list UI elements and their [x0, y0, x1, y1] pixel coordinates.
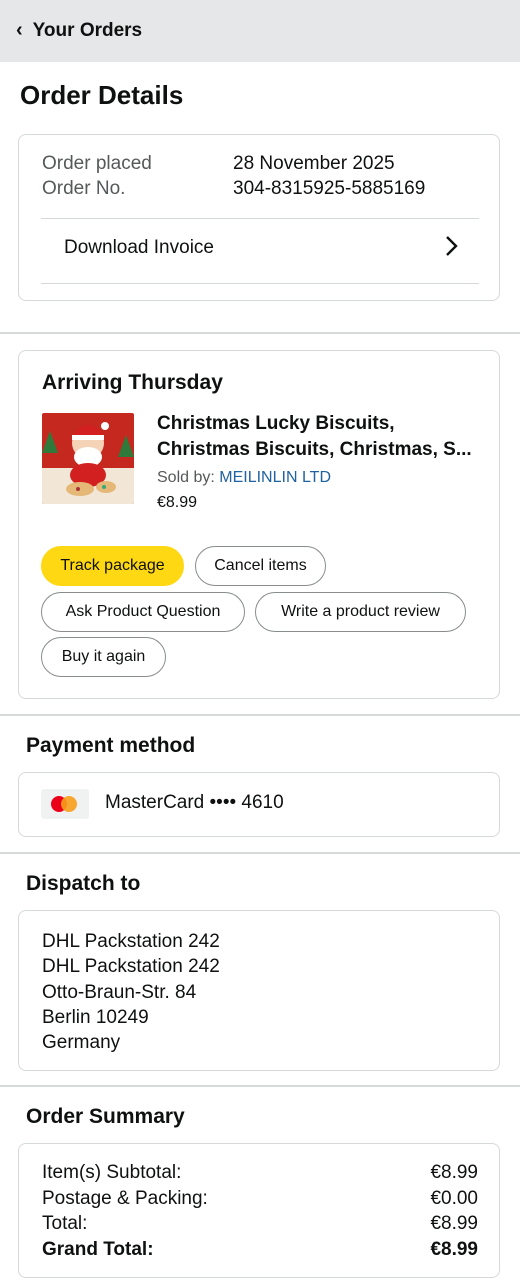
summary-row: Postage & Packing: €0.00 — [42, 1188, 478, 1210]
seller-link[interactable]: MEILINLIN LTD — [219, 469, 331, 486]
product-title-link[interactable]: Christmas Lucky Biscuits, Christmas Bisc… — [157, 411, 487, 463]
address-line: Germany — [42, 1032, 121, 1054]
buy-again-button[interactable]: Buy it again — [41, 637, 166, 677]
summary-label: Total: — [42, 1213, 88, 1234]
section-divider — [0, 1085, 520, 1087]
write-review-button[interactable]: Write a product review — [255, 592, 466, 632]
address-line: DHL Packstation 242 — [42, 931, 220, 952]
address-line: Otto-Braun-Str. 84 — [42, 981, 197, 1003]
divider — [41, 283, 479, 284]
payment-card-text: MasterCard •••• 4610 — [105, 792, 284, 813]
section-divider — [0, 332, 520, 334]
mastercard-icon — [41, 789, 89, 819]
product-image[interactable] — [42, 413, 134, 504]
shipping-address: DHL Packstation 242 DHL Packstation 242 … — [42, 929, 220, 1055]
chevron-left-icon[interactable]: ‹ — [16, 19, 23, 42]
summary-row: Total: €8.99 — [42, 1213, 478, 1235]
summary-value: €8.99 — [430, 1162, 478, 1183]
shipment-status: Arriving Thursday — [42, 371, 223, 394]
track-package-button[interactable]: Track package — [41, 546, 184, 586]
payment-method-title: Payment method — [26, 734, 196, 757]
cancel-items-button[interactable]: Cancel items — [195, 546, 326, 586]
order-number-label: Order No. — [42, 178, 126, 199]
address-card: DHL Packstation 242 DHL Packstation 242 … — [18, 910, 500, 1071]
sold-by: Sold by: MEILINLIN LTD — [157, 469, 331, 487]
address-line: DHL Packstation 242 — [42, 956, 220, 978]
divider — [41, 218, 479, 219]
order-summary-card: Item(s) Subtotal: €8.99 Postage & Packin… — [18, 1143, 500, 1278]
product-title-line: Christmas Lucky Biscuits, — [157, 413, 395, 434]
top-bar: ‹ Your Orders — [0, 0, 520, 62]
download-invoice-link[interactable]: Download Invoice — [64, 237, 214, 259]
order-summary-title: Order Summary — [26, 1105, 185, 1128]
payment-card: MasterCard •••• 4610 — [18, 772, 500, 837]
ask-product-question-button[interactable]: Ask Product Question — [41, 592, 245, 632]
order-placed-value: 28 November 2025 — [233, 153, 395, 174]
dispatch-title: Dispatch to — [26, 872, 141, 895]
product-price: €8.99 — [157, 494, 198, 511]
summary-label: Grand Total: — [42, 1239, 154, 1260]
sold-by-label: Sold by: — [157, 469, 215, 486]
product-title-line: Christmas Biscuits, Christmas, S... — [157, 439, 472, 460]
order-info-card: Order placed 28 November 2025 Order No. … — [18, 134, 500, 301]
summary-label: Item(s) Subtotal: — [42, 1162, 182, 1183]
summary-label: Postage & Packing: — [42, 1188, 208, 1209]
address-line: Berlin 10249 — [42, 1006, 149, 1028]
summary-row-grand-total: Grand Total: €8.99 — [42, 1239, 478, 1261]
summary-value: €0.00 — [430, 1188, 478, 1209]
section-divider — [0, 714, 520, 716]
chevron-right-icon[interactable] — [445, 235, 459, 263]
order-placed-label: Order placed — [42, 153, 152, 174]
summary-value: €8.99 — [430, 1213, 478, 1234]
order-number-value: 304-8315925-5885169 — [233, 178, 426, 199]
summary-value: €8.99 — [430, 1239, 478, 1260]
section-divider — [0, 852, 520, 854]
back-to-orders-link[interactable]: Your Orders — [33, 20, 142, 42]
shipment-card: Arriving Thursday Christmas Lucky Biscui… — [18, 350, 500, 699]
page-title: Order Details — [20, 80, 184, 110]
summary-row: Item(s) Subtotal: €8.99 — [42, 1162, 478, 1184]
